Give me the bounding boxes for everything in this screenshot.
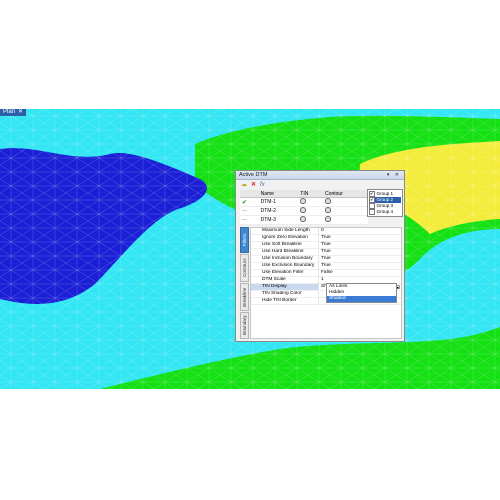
checkbox-icon[interactable]: ✔ bbox=[369, 191, 375, 197]
window-title: Active DTM bbox=[239, 172, 268, 178]
tin-display-dropdown: As Lines Hidden Shaded bbox=[326, 283, 397, 303]
col-contour[interactable]: Contour bbox=[323, 190, 368, 198]
contour-visibility-icon[interactable] bbox=[325, 207, 332, 213]
table-row[interactable]: ✔ DTM-1 bbox=[240, 197, 368, 207]
contour-visibility-icon[interactable] bbox=[325, 216, 332, 222]
property-row[interactable]: Use Hard Breakline True bbox=[251, 249, 401, 256]
check-icon: ✔ bbox=[242, 199, 248, 206]
tab-breakline[interactable]: Breakline bbox=[240, 283, 249, 311]
tab-boundary[interactable]: Boundary bbox=[240, 312, 249, 339]
side-tabs: Filters Contours Breakline Boundary bbox=[240, 227, 249, 339]
property-row[interactable]: Use Elevation Filter False bbox=[251, 270, 401, 277]
dash-icon: — bbox=[242, 217, 247, 223]
tin-visibility-icon[interactable] bbox=[300, 207, 307, 213]
col-name[interactable]: Name bbox=[258, 190, 299, 198]
delete-icon[interactable]: ✕ bbox=[251, 181, 256, 188]
property-row[interactable]: Maximum Side Length 0 bbox=[251, 228, 401, 235]
checkbox-icon[interactable]: ✔ bbox=[369, 197, 375, 203]
table-row[interactable]: — DTM-2 bbox=[240, 206, 368, 216]
checkbox-icon[interactable] bbox=[369, 209, 375, 215]
dtm-name: DTM-3 bbox=[258, 215, 299, 225]
tin-visibility-icon[interactable] bbox=[300, 198, 307, 204]
property-row[interactable]: Use Soft Breakline True bbox=[251, 242, 401, 249]
tab-contours[interactable]: Contours bbox=[240, 254, 249, 282]
group-item[interactable]: Group 4 bbox=[369, 209, 401, 215]
dash-icon: — bbox=[242, 208, 247, 214]
dtm-table: Name TIN Contour ✔ DTM-1 — DTM-2 — DTM-3 bbox=[240, 190, 368, 225]
group-list: ✔ Group 1 ✔ Group 2 Group 3 Group 4 bbox=[367, 189, 403, 217]
dropdown-option[interactable]: Shaded bbox=[327, 296, 396, 302]
property-row[interactable]: Use Inclusion Boundary True bbox=[251, 256, 401, 263]
contour-visibility-icon[interactable] bbox=[325, 198, 332, 204]
window-titlebar[interactable]: Active DTM ▾ ✕ bbox=[236, 171, 404, 180]
dtm-name: DTM-1 bbox=[258, 197, 299, 207]
dtm-toolbar: ☁ ✕ fx bbox=[236, 180, 404, 189]
cloud-icon[interactable]: ☁ bbox=[241, 181, 247, 188]
plan-tab[interactable]: Plan ✕ bbox=[0, 109, 27, 116]
tin-visibility-icon[interactable] bbox=[300, 216, 307, 222]
property-row[interactable]: Ignore Zero Elevation True bbox=[251, 235, 401, 242]
function-icon[interactable]: fx bbox=[260, 182, 265, 188]
table-row[interactable]: — DTM-3 bbox=[240, 215, 368, 225]
window-controls[interactable]: ▾ ✕ bbox=[387, 171, 401, 179]
tab-filters[interactable]: Filters bbox=[240, 227, 249, 253]
col-tin[interactable]: TIN bbox=[298, 190, 324, 198]
dtm-name: DTM-2 bbox=[258, 206, 299, 216]
checkbox-icon[interactable] bbox=[369, 203, 375, 209]
property-row[interactable]: Use Exclusion Boundary True bbox=[251, 263, 401, 270]
plan-tab-label: Plan bbox=[3, 109, 16, 115]
active-dtm-window: Active DTM ▾ ✕ ☁ ✕ fx Name TIN Contour ✔… bbox=[235, 170, 405, 342]
close-icon[interactable]: ✕ bbox=[18, 109, 23, 116]
col-status bbox=[240, 190, 259, 198]
